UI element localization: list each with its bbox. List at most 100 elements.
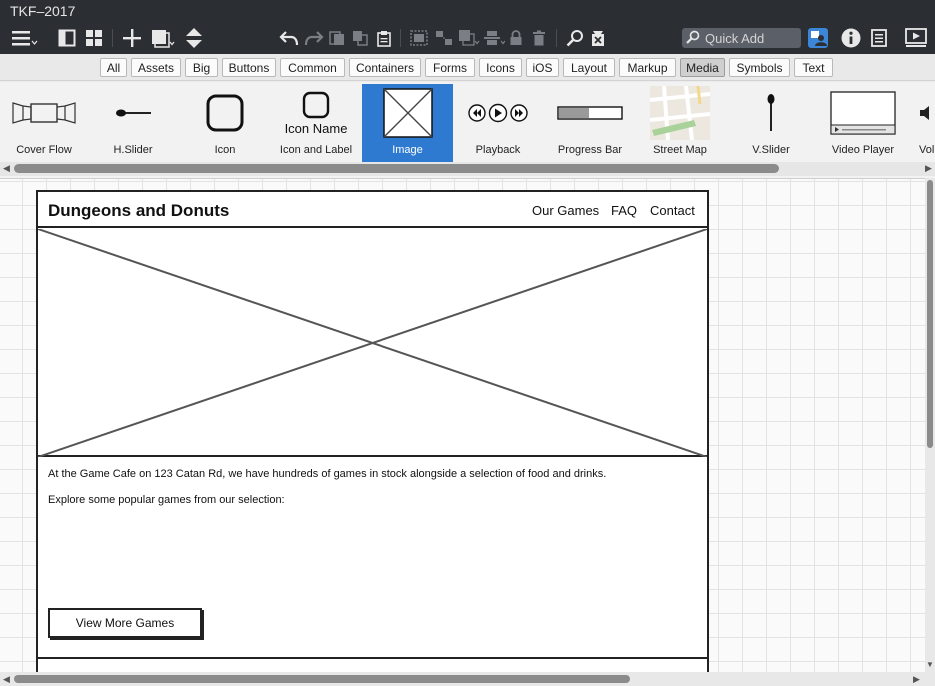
library-item-vslider[interactable]: V.Slider (725, 84, 817, 162)
redo-icon[interactable] (302, 22, 326, 54)
canvas-vertical-scrollbar[interactable]: ▼ (925, 178, 935, 672)
horizontal-scroll-thumb[interactable] (14, 675, 630, 683)
filter-tab-big[interactable]: Big (185, 58, 218, 77)
nav-link-contact[interactable]: Contact (650, 203, 695, 218)
design-canvas[interactable]: Dungeons and Donuts Our Games FAQ Contac… (0, 178, 925, 672)
window-title: TKF–2017 (0, 0, 935, 22)
progress-bar-icon (557, 84, 623, 142)
footer-divider (38, 657, 707, 659)
library-item-icon-and-label[interactable]: Icon Name Icon and Label (272, 84, 360, 162)
library-item-hslider[interactable]: H.Slider (88, 84, 178, 162)
panel-icon[interactable] (56, 22, 78, 54)
nav-link-faq[interactable]: FAQ (611, 203, 637, 218)
library-item-icon[interactable]: Icon (180, 84, 270, 162)
library-item-label: Cover Flow (16, 144, 72, 156)
vslider-icon (765, 84, 777, 142)
ungroup-icon[interactable] (433, 22, 455, 54)
library-item-playback[interactable]: Playback (453, 84, 543, 162)
library-item-label: Street Map (653, 144, 707, 156)
vertical-scroll-thumb[interactable] (927, 180, 933, 448)
library-scrollbar[interactable]: ◀ ▶ (0, 162, 935, 176)
filter-tab-text[interactable]: Text (794, 58, 833, 77)
arrange-icon[interactable] (457, 22, 481, 54)
filter-tab-layout[interactable]: Layout (563, 58, 615, 77)
filter-tab-all[interactable]: All (100, 58, 127, 77)
clipboard-icon[interactable] (374, 22, 394, 54)
library-item-label: Icon and Label (279, 144, 353, 156)
library-item-street-map[interactable]: Street Map (635, 84, 725, 162)
library-item-label: Icon (214, 144, 236, 156)
image-placeholder-icon (382, 84, 434, 142)
library-filter-bar: All Assets Big Buttons Common Containers… (0, 54, 935, 81)
filter-tab-assets[interactable]: Assets (131, 58, 181, 77)
canvas-horizontal-scrollbar[interactable]: ◀ ▶ (0, 672, 935, 686)
trash-icon[interactable] (530, 22, 548, 54)
paste-style-icon[interactable] (350, 22, 370, 54)
library-item-label: Vol (919, 144, 935, 156)
menu-icon[interactable] (8, 22, 40, 54)
playback-icon (467, 84, 529, 142)
library-item-label: Image (392, 144, 423, 156)
group-icon[interactable] (408, 22, 430, 54)
info-icon[interactable] (840, 22, 862, 54)
wireframe-page[interactable]: Dungeons and Donuts Our Games FAQ Contac… (36, 190, 709, 672)
video-player-icon (830, 84, 896, 142)
copy-icon[interactable] (327, 22, 347, 54)
scroll-left-icon[interactable]: ◀ (3, 674, 10, 685)
scroll-down-icon[interactable]: ▼ (926, 660, 934, 669)
filter-tab-media[interactable]: Media (680, 58, 725, 77)
filter-tab-icons[interactable]: Icons (479, 58, 522, 77)
nav-link-our-games[interactable]: Our Games (532, 203, 599, 218)
search-icon (686, 30, 700, 47)
hslider-icon (113, 84, 153, 142)
library-item-cover-flow[interactable]: Cover Flow (0, 84, 88, 162)
library-item-volume[interactable]: Vol (909, 84, 935, 162)
library-scroll-thumb[interactable] (14, 164, 779, 173)
add-icon[interactable] (120, 22, 144, 54)
library-item-image[interactable]: Image (362, 84, 453, 162)
component-library: Cover Flow H.Slider Icon Icon Name Icon … (0, 82, 935, 178)
present-icon[interactable] (903, 22, 929, 54)
undo-icon[interactable] (277, 22, 301, 54)
scroll-left-icon[interactable]: ◀ (3, 163, 10, 174)
scroll-right-icon[interactable]: ▶ (913, 674, 920, 685)
cover-flow-icon (11, 84, 77, 142)
site-title: Dungeons and Donuts (48, 201, 230, 220)
library-item-progress-bar[interactable]: Progress Bar (545, 84, 635, 162)
reorder-icon[interactable] (183, 22, 205, 54)
library-item-label: H.Slider (113, 144, 153, 156)
lock-icon[interactable] (507, 22, 525, 54)
quick-add-input[interactable] (705, 30, 795, 46)
volume-icon (909, 84, 935, 142)
image-placeholder-icon (37, 228, 708, 458)
filter-tab-buttons[interactable]: Buttons (222, 58, 276, 77)
quick-add-field[interactable] (682, 28, 801, 48)
icon-label-icon: Icon Name (284, 84, 348, 142)
filter-tab-symbols[interactable]: Symbols (729, 58, 790, 77)
filter-tab-ios[interactable]: iOS (526, 58, 559, 77)
icon-name-text: Icon Name (284, 120, 348, 136)
filter-tab-markup[interactable]: Markup (619, 58, 676, 77)
library-item-label: V.Slider (752, 144, 790, 156)
scroll-right-icon[interactable]: ▶ (925, 163, 932, 174)
icon-placeholder-icon (205, 84, 245, 142)
clear-icon[interactable] (588, 22, 608, 54)
user-icon[interactable] (806, 22, 830, 54)
view-more-games-button[interactable]: View More Games (48, 608, 202, 638)
grid-icon[interactable] (83, 22, 105, 54)
hero-image-placeholder[interactable] (37, 228, 708, 458)
library-item-label: Video Player (831, 144, 895, 156)
intro-paragraph: At the Game Cafe on 123 Catan Rd, we hav… (48, 468, 607, 480)
duplicate-icon[interactable] (150, 22, 176, 54)
library-item-label: Playback (475, 144, 521, 156)
notes-icon[interactable] (868, 22, 890, 54)
filter-tab-common[interactable]: Common (280, 58, 345, 77)
wireframe-header[interactable]: Dungeons and Donuts Our Games FAQ Contac… (38, 192, 707, 228)
search-icon[interactable] (564, 22, 586, 54)
library-item-video-player[interactable]: Video Player (817, 84, 909, 162)
explore-paragraph: Explore some popular games from our sele… (48, 494, 285, 506)
filter-tab-forms[interactable]: Forms (425, 58, 475, 77)
align-icon[interactable] (482, 22, 506, 54)
filter-tab-containers[interactable]: Containers (349, 58, 421, 77)
main-toolbar (0, 22, 935, 54)
